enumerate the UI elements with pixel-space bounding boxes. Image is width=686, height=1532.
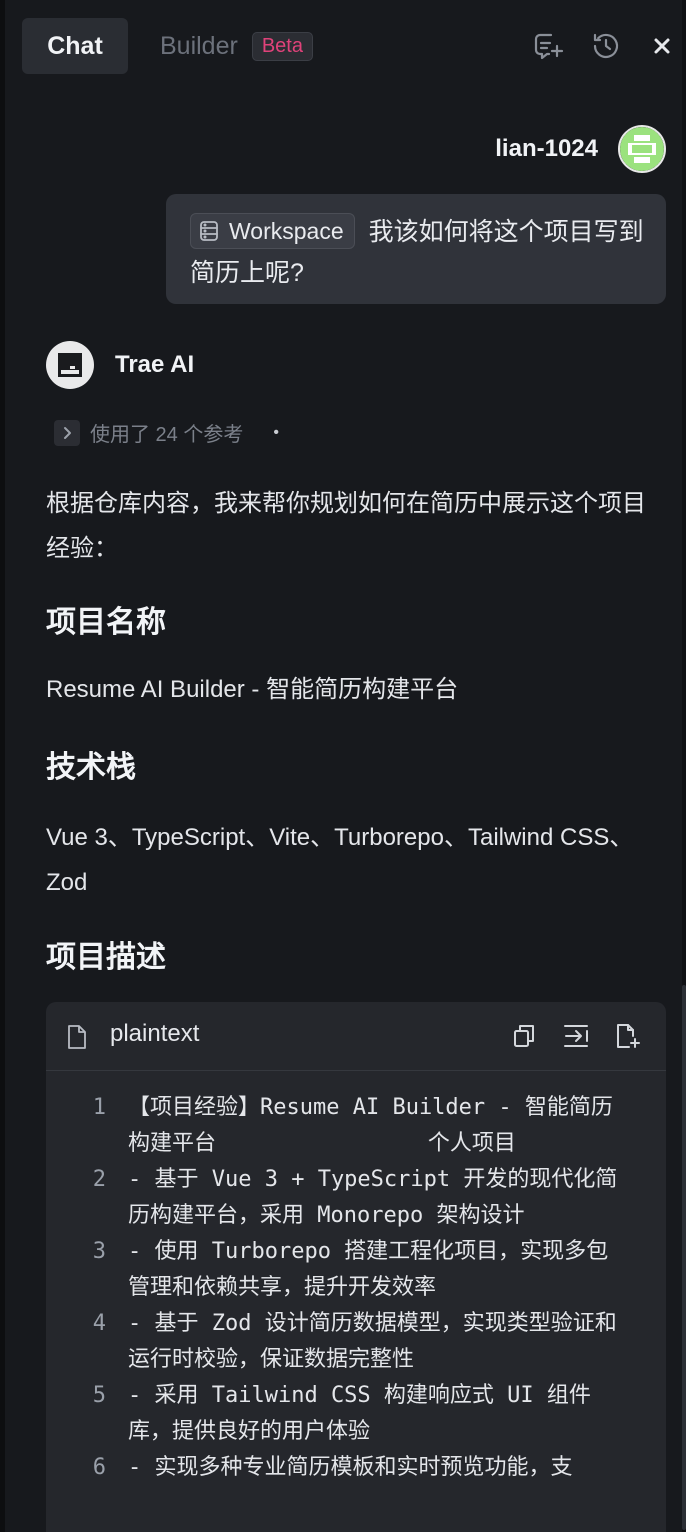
file-icon [66,1024,88,1055]
line-text: - 实现多种专业简历模板和实时预览功能，支 [128,1455,573,1480]
line-text: 【项目经验】Resume AI Builder - 智能简历构建平台 个人项目 [128,1095,613,1156]
line-text: - 使用 Turborepo 搭建工程化项目，实现多包管理和依赖共享，提升开发效… [128,1239,609,1300]
line-text: - 基于 Zod 设计简历数据模型，实现类型验证和运行时校验，保证数据完整性 [128,1311,617,1372]
section-heading-description: 项目描述 [46,941,166,974]
tab-builder-label: Builder [160,31,238,60]
copy-icon[interactable] [510,1022,538,1050]
line-text: - 基于 Vue 3 + TypeScript 开发的现代化简历构建平台，采用 … [128,1167,618,1228]
username: lian-1024 [495,135,598,162]
section-body-tech-stack: Vue 3、TypeScript、Vite、Turborepo、Tailwind… [46,824,634,896]
status-dot: • [273,423,279,441]
user-message-header: lian-1024 [495,125,666,173]
line-number: 3 [92,1239,106,1264]
code-lines: 1 【项目经验】Resume AI Builder - 智能简历构建平台 个人项目… [46,1090,666,1486]
chat-header: Chat Builder Beta [22,18,676,74]
tab-builder[interactable]: Builder Beta [160,18,313,74]
scrollbar-thumb[interactable] [682,985,686,1530]
history-icon[interactable] [590,30,622,62]
new-file-icon[interactable] [614,1022,642,1050]
scrollbar[interactable] [682,0,686,1532]
line-number: 5 [92,1383,106,1408]
section-body-project-name: Resume AI Builder - 智能简历构建平台 [46,676,459,703]
code-language-label: plaintext [110,1020,200,1047]
insert-code-icon[interactable] [562,1022,590,1050]
code-line: 6 - 实现多种专业简历模板和实时预览功能，支 [46,1450,666,1486]
database-icon [200,221,218,242]
close-icon[interactable] [646,30,678,62]
tab-chat[interactable]: Chat [22,18,128,74]
references-toggle[interactable]: 使用了 24 个参考 • [54,418,279,447]
line-number: 6 [92,1455,106,1480]
line-text: - 采用 Tailwind CSS 构建响应式 UI 组件库，提供良好的用户体验 [128,1383,591,1444]
trae-ai-avatar [46,341,94,389]
new-chat-icon[interactable] [532,30,564,62]
user-avatar[interactable] [618,125,666,173]
references-label: 使用了 24 个参考 [90,424,244,446]
line-number: 2 [92,1167,106,1192]
code-block-header: plaintext [46,1002,666,1071]
chevron-right-icon [54,419,80,446]
code-line: 5 - 采用 Tailwind CSS 构建响应式 UI 组件库，提供良好的用户体… [46,1378,666,1450]
code-line: 3 - 使用 Turborepo 搭建工程化项目，实现多包管理和依赖共享，提升开发… [46,1234,666,1306]
beta-badge: Beta [251,31,313,61]
workspace-chip-label: Workspace [229,217,344,244]
ai-name: Trae AI [115,351,195,378]
code-block: plaintext 1 【项目经验】Resume AI Builder - 智能简… [46,1002,666,1532]
ai-message-header: Trae AI [46,341,194,389]
code-line: 1 【项目经验】Resume AI Builder - 智能简历构建平台 个人项目 [46,1090,666,1162]
code-line: 2 - 基于 Vue 3 + TypeScript 开发的现代化简历构建平台，采用… [46,1162,666,1234]
left-border [0,0,5,1532]
section-heading-project-name: 项目名称 [46,606,166,639]
ai-intro-text: 根据仓库内容，我来帮你规划如何在简历中展示这个项目经验： [46,490,646,562]
user-message-bubble: Workspace 我该如何将这个项目写到简历上呢? [166,194,666,304]
line-number: 1 [92,1095,106,1120]
code-line: 4 - 基于 Zod 设计简历数据模型，实现类型验证和运行时校验，保证数据完整性 [46,1306,666,1378]
line-number: 4 [92,1311,106,1336]
workspace-chip[interactable]: Workspace [190,213,355,250]
section-heading-tech-stack: 技术栈 [46,751,136,784]
